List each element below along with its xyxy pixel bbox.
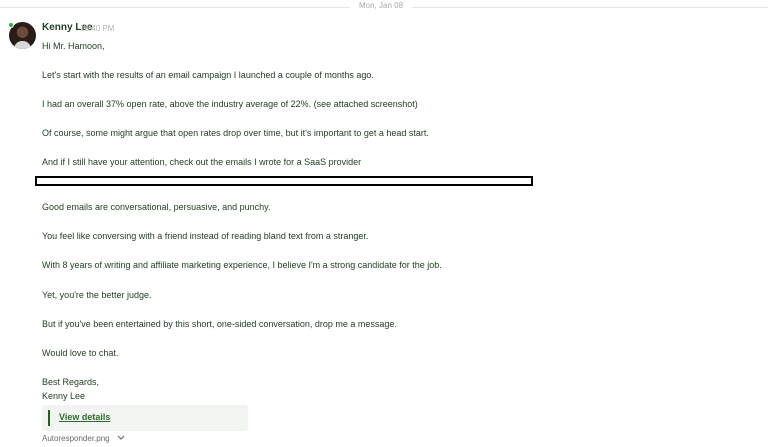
message-paragraph: I had an overall 37% open rate, above th… <box>42 99 418 109</box>
chevron-down-icon[interactable] <box>117 434 125 443</box>
message-paragraph: With 8 years of writing and affiliate ma… <box>42 260 442 270</box>
message-paragraph: Would love to chat. <box>42 348 119 358</box>
message-signoff: Best Regards, <box>42 377 100 387</box>
date-divider: Mon, Jan 08 <box>0 0 768 14</box>
date-label: Mon, Jan 08 <box>358 1 404 10</box>
divider-line-left <box>0 7 350 8</box>
attachment-card: View details <box>42 405 248 431</box>
divider-line-right <box>412 7 768 8</box>
attachment-accent-bar <box>48 410 50 426</box>
message-paragraph: But if you've been entertained by this s… <box>42 319 397 329</box>
redacted-link <box>35 176 533 186</box>
message-paragraph: And if I still have your attention, chec… <box>42 157 362 167</box>
message-greeting: Hi Mr. Hamoon, <box>42 41 105 51</box>
message-signature: Kenny Lee <box>42 391 86 401</box>
view-details-link[interactable]: View details <box>59 412 110 422</box>
attachment-file[interactable]: Autoresponder.png <box>42 434 125 443</box>
message-paragraph: Let's start with the results of an email… <box>42 70 374 80</box>
online-status-icon <box>8 22 14 28</box>
message-paragraph: You feel like conversing with a friend i… <box>42 231 369 241</box>
message-paragraph: Yet, you're the better judge. <box>42 290 152 300</box>
attachment-file-name[interactable]: Autoresponder.png <box>42 434 110 443</box>
message-paragraph: Of course, some might argue that open ra… <box>42 128 429 138</box>
message-paragraph: Good emails are conversational, persuasi… <box>42 202 271 212</box>
message-time: 10:40 PM <box>80 24 115 33</box>
